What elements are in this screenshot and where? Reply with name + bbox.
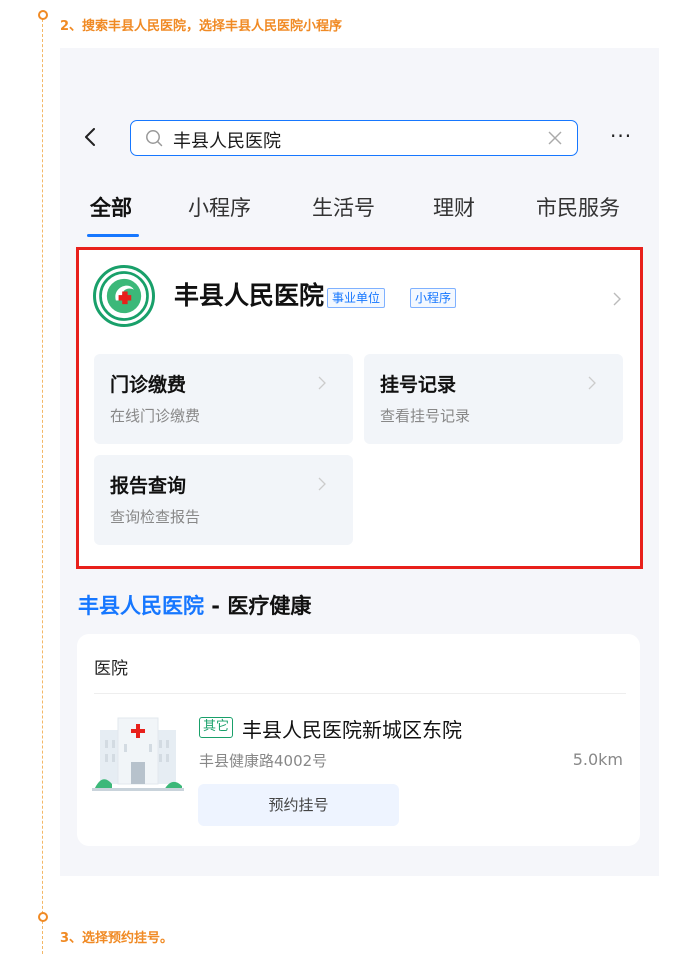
search-icon bbox=[146, 130, 163, 147]
tab-bar: 全部 小程序 生活号 理财 市民服务 bbox=[60, 192, 659, 242]
tab-citizen-services[interactable]: 市民服务 bbox=[536, 192, 620, 222]
tag-institution: 事业单位 bbox=[327, 288, 386, 308]
hospital-logo-icon bbox=[93, 265, 155, 327]
tag-mini-program: 小程序 bbox=[410, 288, 457, 308]
service-registration-records[interactable]: 挂号记录 查看挂号记录 bbox=[364, 354, 623, 444]
more-icon[interactable]: ··· bbox=[610, 126, 632, 146]
chevron-right-icon bbox=[318, 477, 326, 491]
tab-mini-programs[interactable]: 小程序 bbox=[188, 192, 251, 222]
chevron-right-icon bbox=[613, 292, 621, 306]
timeline-dot-step2 bbox=[38, 10, 48, 20]
place-address: 丰县健康路4002号 bbox=[199, 752, 328, 770]
tab-life-accounts[interactable]: 生活号 bbox=[312, 192, 375, 222]
service-subtitle: 在线门诊缴费 bbox=[110, 407, 201, 425]
place-category: 医院 bbox=[94, 659, 128, 679]
search-query-text: 丰县人民医院 bbox=[173, 131, 281, 152]
tab-all[interactable]: 全部 bbox=[90, 192, 132, 222]
book-appointment-button[interactable]: 预约挂号 bbox=[198, 784, 399, 826]
place-tag: 其它 bbox=[199, 717, 234, 738]
service-title: 报告查询 bbox=[110, 475, 187, 497]
mini-program-result-card[interactable]: 丰县人民医院 事业单位 小程序 门诊缴费 在线门诊缴费 挂号记录 查看挂号记录 … bbox=[76, 247, 643, 569]
result-name: 丰县人民医院 bbox=[174, 281, 325, 310]
hospital-building-icon bbox=[92, 710, 184, 796]
timeline-line bbox=[42, 14, 43, 954]
section-title-highlight: 丰县人民医院 bbox=[78, 594, 204, 618]
active-tab-indicator bbox=[87, 234, 139, 237]
phone-screenshot: 丰县人民医院 ··· 全部 小程序 生活号 理财 市民服务 丰县人民医院 事业单… bbox=[60, 48, 659, 876]
clear-icon[interactable] bbox=[547, 130, 563, 146]
service-outpatient-payment[interactable]: 门诊缴费 在线门诊缴费 bbox=[94, 354, 353, 444]
place-name: 丰县人民医院新城区东院 bbox=[242, 718, 462, 742]
service-title: 挂号记录 bbox=[380, 374, 457, 396]
chevron-right-icon bbox=[318, 376, 326, 390]
divider bbox=[94, 693, 626, 694]
step2-title: 2、搜索丰县人民医院，选择丰县人民医院小程序 bbox=[60, 19, 343, 34]
timeline-dot-step3 bbox=[38, 912, 48, 922]
section-title-rest: - 医疗健康 bbox=[204, 594, 312, 618]
search-input[interactable]: 丰县人民医院 bbox=[130, 120, 578, 156]
tab-finance[interactable]: 理财 bbox=[433, 192, 475, 222]
place-card[interactable]: 医院 其它 丰县人民医院新城区东院 丰县健康路4002号 5.0km 预约挂号 bbox=[77, 634, 640, 846]
chevron-right-icon bbox=[588, 376, 596, 390]
place-distance: 5.0km bbox=[572, 750, 623, 769]
service-report-query[interactable]: 报告查询 查询检查报告 bbox=[94, 455, 353, 545]
service-subtitle: 查询检查报告 bbox=[110, 508, 201, 526]
service-subtitle: 查看挂号记录 bbox=[380, 407, 471, 425]
back-arrow-icon[interactable] bbox=[82, 128, 100, 146]
step3-title: 3、选择预约挂号。 bbox=[60, 931, 174, 946]
service-title: 门诊缴费 bbox=[110, 374, 187, 396]
section-title: 丰县人民医院 - 医疗健康 bbox=[78, 590, 311, 620]
